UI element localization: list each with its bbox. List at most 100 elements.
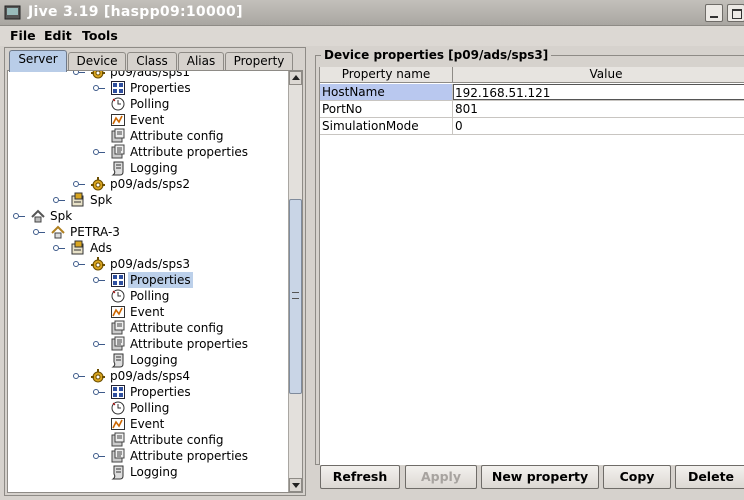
event-icon (110, 416, 126, 432)
title-bar: Jive 3.19 [haspp09:10000] (0, 0, 744, 26)
tree-node-label[interactable]: Attribute properties (128, 336, 250, 352)
tree-node-label[interactable]: Attribute config (128, 320, 226, 336)
attribute-properties-icon (110, 336, 126, 352)
instance-icon (50, 224, 66, 240)
window-title: Jive 3.19 [haspp09:10000] (28, 4, 243, 20)
properties-table: Property name Value HostName 192.168.51.… (319, 67, 744, 465)
menu-bar: File Edit Tools (0, 26, 744, 46)
menu-tools[interactable]: Tools (80, 27, 120, 44)
tree-node-label[interactable]: Event (128, 416, 166, 432)
scroll-thumb[interactable] (289, 199, 302, 394)
tree-expand-toggle[interactable] (13, 213, 25, 219)
tree-node-label[interactable]: Spk (48, 208, 74, 224)
attribute-properties-icon (110, 448, 126, 464)
polling-clock-icon (110, 400, 126, 416)
tree-expand-toggle[interactable] (93, 85, 105, 91)
tree-node-label[interactable]: Logging (128, 160, 180, 176)
tree-node-label[interactable]: Polling (128, 288, 171, 304)
tree-node-label[interactable]: Properties (128, 80, 193, 96)
tree-node-label[interactable]: PETRA-3 (68, 224, 122, 240)
tab-device[interactable]: Device (68, 52, 126, 71)
server-tree: p09/ads/sps1 Properties Polling Event Attrib… (7, 70, 303, 493)
tree-expand-toggle[interactable] (93, 341, 105, 347)
tree-expand-toggle[interactable] (93, 453, 105, 459)
tree-expand-toggle[interactable] (93, 149, 105, 155)
cell-value[interactable]: 801 (453, 101, 744, 117)
class-icon (70, 192, 86, 208)
app-icon (4, 5, 21, 20)
tab-server[interactable]: Server (9, 50, 67, 72)
logging-scroll-icon (110, 352, 126, 368)
tab-class[interactable]: Class (127, 52, 177, 71)
device-gear-icon (90, 368, 106, 384)
new-property-button[interactable]: New property (481, 465, 599, 489)
table-row[interactable]: SimulationMode 0 (320, 118, 744, 135)
tree-expand-toggle[interactable] (93, 277, 105, 283)
menu-file[interactable]: File (8, 27, 38, 44)
properties-grid-icon (110, 80, 126, 96)
attribute-config-icon (110, 432, 126, 448)
delete-button[interactable]: Delete (675, 465, 744, 489)
column-header-value[interactable]: Value (453, 67, 744, 83)
group-title: Device properties [p09/ads/sps3] (321, 48, 552, 62)
tree-expand-toggle[interactable] (73, 71, 85, 75)
scroll-up-arrow-icon[interactable] (289, 71, 302, 85)
tree-node-label[interactable]: Polling (128, 400, 171, 416)
table-row[interactable]: PortNo 801 (320, 101, 744, 118)
tree-node-label[interactable]: p09/ads/sps1 (108, 71, 192, 80)
tree-node-label[interactable]: Attribute properties (128, 448, 250, 464)
device-gear-icon (90, 176, 106, 192)
tree-node-label[interactable]: Attribute properties (128, 144, 250, 160)
minimize-button[interactable] (705, 4, 723, 22)
tree-node-label[interactable]: Polling (128, 96, 171, 112)
refresh-button[interactable]: Refresh (320, 465, 400, 489)
cell-property-name[interactable]: PortNo (320, 101, 453, 117)
button-bar: Refresh Apply New property Copy Delete (313, 465, 744, 496)
tree-canvas: p09/ads/sps1 Properties Polling Event Attrib… (8, 71, 288, 492)
logging-scroll-icon (110, 464, 126, 480)
table-row[interactable]: HostName 192.168.51.121 (320, 84, 744, 101)
apply-button[interactable]: Apply (405, 465, 477, 489)
tree-expand-toggle[interactable] (53, 197, 65, 203)
tree-scrollbar[interactable] (288, 71, 302, 492)
server-icon (30, 208, 46, 224)
device-gear-icon (90, 256, 106, 272)
tree-node-label[interactable]: Logging (128, 352, 180, 368)
tab-property[interactable]: Property (225, 52, 293, 71)
tree-node-label[interactable]: Attribute config (128, 128, 226, 144)
table-header: Property name Value (320, 67, 744, 83)
tree-expand-toggle[interactable] (73, 261, 85, 267)
polling-clock-icon (110, 288, 126, 304)
scroll-down-arrow-icon[interactable] (289, 478, 302, 492)
tree-node-label[interactable]: p09/ads/sps2 (108, 176, 192, 192)
maximize-button[interactable] (727, 4, 744, 22)
cell-property-name[interactable]: HostName (320, 84, 453, 100)
tab-alias[interactable]: Alias (178, 52, 224, 71)
tree-expand-toggle[interactable] (93, 389, 105, 395)
tree-node-label[interactable]: Logging (128, 464, 180, 480)
tree-node-label[interactable]: Attribute config (128, 432, 226, 448)
attribute-properties-icon (110, 144, 126, 160)
cell-property-name[interactable]: SimulationMode (320, 118, 453, 134)
class-icon (70, 240, 86, 256)
attribute-config-icon (110, 320, 126, 336)
menu-edit[interactable]: Edit (42, 27, 74, 44)
tree-expand-toggle[interactable] (33, 229, 45, 235)
tree-expand-toggle[interactable] (73, 181, 85, 187)
tree-expand-toggle[interactable] (53, 245, 65, 251)
tree-node-label[interactable]: Properties (128, 272, 193, 288)
tree-node-label[interactable]: Ads (88, 240, 114, 256)
column-header-name[interactable]: Property name (320, 67, 453, 83)
tree-node-label[interactable]: p09/ads/sps4 (108, 368, 192, 384)
tree-node-label[interactable]: Spk (88, 192, 114, 208)
tree-node-label[interactable]: Properties (128, 384, 193, 400)
tree-node-label[interactable]: Event (128, 112, 166, 128)
tree-expand-toggle[interactable] (73, 373, 85, 379)
copy-button[interactable]: Copy (603, 465, 671, 489)
logging-scroll-icon (110, 160, 126, 176)
cell-value[interactable]: 0 (453, 118, 744, 134)
right-pane: Device properties [p09/ads/sps3] Propert… (313, 47, 744, 496)
tree-node-label[interactable]: p09/ads/sps3 (108, 256, 192, 272)
cell-value-editor[interactable]: 192.168.51.121 (453, 84, 744, 100)
tree-node-label[interactable]: Event (128, 304, 166, 320)
